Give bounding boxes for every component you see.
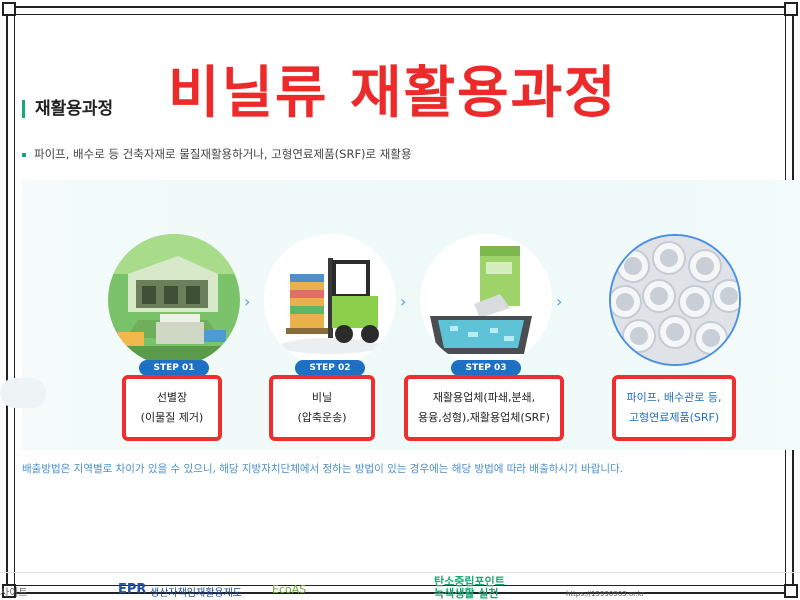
pipes-image bbox=[609, 234, 741, 366]
carbon-point-line2: 녹색생활 실천 bbox=[434, 587, 499, 600]
cloud-decoration bbox=[0, 378, 46, 408]
frame-corner bbox=[2, 2, 16, 16]
epr-logo[interactable]: EPR bbox=[118, 582, 146, 597]
chevron-right-icon: › bbox=[556, 292, 563, 311]
chevron-right-icon: › bbox=[400, 292, 407, 311]
carbon-point-link[interactable]: 탄소중립포인트 녹색생활 실천 bbox=[434, 576, 505, 600]
step-badge: STEP 02 bbox=[295, 360, 365, 376]
step-badge: STEP 03 bbox=[451, 360, 521, 376]
chevron-right-icon: › bbox=[244, 292, 251, 311]
step-label-line2: (압축운송) bbox=[297, 411, 347, 424]
step-label-line1: 선별장 bbox=[156, 391, 188, 404]
footer-divider bbox=[0, 572, 800, 573]
step-label-line1: 비닐 bbox=[311, 391, 333, 404]
forklift-image bbox=[264, 234, 396, 366]
step-label-box: 재활용업체(파쇄,분쇄, 용융,성형),재활용업체(SRF) bbox=[404, 375, 564, 441]
result-label-box: 파이프, 배수관로 등, 고형연료제품(SRF) bbox=[612, 375, 736, 441]
frame-corner bbox=[784, 2, 798, 16]
description-text: 파이프, 배수로 등 건축자재로 물질재활용하거나, 고형연료제품(SRF)로 … bbox=[34, 147, 412, 161]
ecoas-logo[interactable]: EcoAS bbox=[272, 583, 306, 596]
result-label-line1: 파이프, 배수관로 등, bbox=[626, 391, 722, 404]
step-badge: STEP 01 bbox=[139, 360, 209, 376]
section-title: 재활용과정 bbox=[22, 100, 113, 118]
step-label-box: 비닐 (압축운송) bbox=[269, 375, 375, 441]
step-label-box: 선별장 (이물질 제거) bbox=[122, 375, 222, 441]
bullet-icon bbox=[22, 152, 26, 157]
overlay-title: 비닐류 재활용과정 bbox=[168, 61, 618, 126]
disposal-notice: 배출방법은 지역별로 차이가 있을 수 있으니, 해당 지방자치단체에서 정하는… bbox=[22, 463, 624, 475]
step-label-line2: (이물질 제거) bbox=[140, 411, 204, 424]
recycling-machine-image bbox=[420, 234, 552, 366]
step-label-line1: 재활용업체(파쇄,분쇄, bbox=[432, 391, 536, 404]
step-label-line2: 용융,성형),재활용업체(SRF) bbox=[418, 411, 550, 424]
sorting-facility-image bbox=[108, 234, 240, 366]
footer-url[interactable]: https://15990903.or.kr bbox=[566, 590, 645, 598]
section-description: 파이프, 배수로 등 건축자재로 물질재활용하거나, 고형연료제품(SRF)로 … bbox=[22, 146, 412, 162]
epr-link[interactable]: 생산자책임재활용제도 bbox=[150, 584, 242, 599]
footer-left-text[interactable]: 사이트 bbox=[0, 584, 28, 599]
footer-banner-strip: 사이트 EPR 생산자책임재활용제도 EcoAS 탄소중립포인트 녹색생활 실천… bbox=[0, 566, 800, 600]
result-label-line2: 고형연료제품(SRF) bbox=[628, 411, 720, 424]
